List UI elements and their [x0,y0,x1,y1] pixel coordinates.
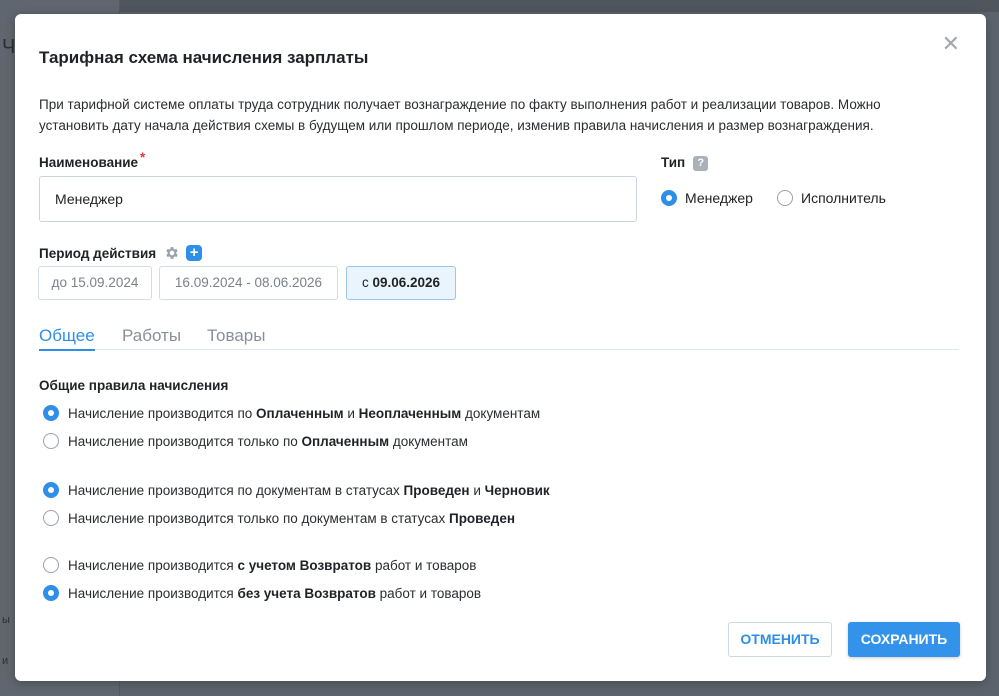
radio-icon [43,433,59,449]
required-mark: * [140,150,146,165]
section-title: Общие правила начисления [39,378,229,393]
rule-text: Начисление производится с учетом Возврат… [68,557,477,573]
rule-text: Начисление производится только по Оплаче… [68,433,468,449]
name-input[interactable] [39,176,637,222]
type-label: Тип? [661,155,709,171]
type-option-manager[interactable]: Менеджер [661,190,753,206]
period-label-text: Период действия [39,245,157,261]
period-button-current[interactable]: с 09.06.2026 [346,266,456,300]
radio-icon [43,585,59,601]
help-icon[interactable]: ? [693,156,709,171]
background-header [0,0,999,12]
tab-goods[interactable]: Товары [207,326,265,349]
save-button[interactable]: СОХРАНИТЬ [848,622,960,657]
rule-option-posted-only[interactable]: Начисление производится только по докуме… [43,510,515,526]
background-text-fragment: Ч [2,36,16,58]
type-option-label: Менеджер [685,190,753,206]
type-option-label: Исполнитель [801,190,886,206]
radio-icon [43,405,59,421]
dialog-description: При тарифной системе оплаты труда сотруд… [39,97,881,133]
add-period-icon[interactable]: + [186,245,203,261]
name-label: Наименование * [39,150,145,170]
rule-text: Начисление производится по документам в … [68,482,550,498]
name-label-text: Наименование [39,155,139,170]
background-text-fragment: и [2,655,9,667]
rule-option-paid-only[interactable]: Начисление производится только по Оплаче… [43,433,468,449]
rule-text: Начисление производится по Оплаченным и … [68,405,541,421]
radio-icon [43,510,59,526]
rule-option-without-returns[interactable]: Начисление производится без учета Возвра… [43,585,481,601]
period-button-before[interactable]: до 15.09.2024 [38,266,152,300]
radio-icon [661,190,677,206]
period-label: Период действия + [39,245,203,261]
rule-option-paid-unpaid[interactable]: Начисление производится по Оплаченным и … [43,405,540,421]
rule-text: Начисление производится только по докуме… [68,510,516,526]
period-date: 09.06.2026 [372,275,441,290]
type-label-text: Тип [661,155,686,170]
tab-general[interactable]: Общее [39,326,95,351]
period-button-range[interactable]: 16.09.2024 - 08.06.2026 [159,266,338,300]
close-icon[interactable]: ✕ [942,34,960,56]
salary-scheme-dialog: ✕ Тарифная схема начисления зарплаты При… [15,14,986,681]
rule-text: Начисление производится без учета Возвра… [68,585,482,601]
dialog-title: Тарифная схема начисления зарплаты [39,48,369,67]
rule-option-with-returns[interactable]: Начисление производится с учетом Возврат… [43,557,476,573]
tab-works[interactable]: Работы [122,326,181,349]
type-option-executor[interactable]: Исполнитель [777,190,886,206]
radio-icon [43,557,59,573]
tabs-bar: Общее Работы Товары [39,326,959,351]
period-prefix: с [361,275,373,290]
cancel-button[interactable]: ОТМЕНИТЬ [728,622,832,657]
rule-option-posted-draft[interactable]: Начисление производится по документам в … [43,482,550,498]
radio-icon [777,190,793,206]
gear-icon[interactable] [164,245,180,261]
radio-icon [43,482,59,498]
background-text-fragment: ы [2,614,10,626]
